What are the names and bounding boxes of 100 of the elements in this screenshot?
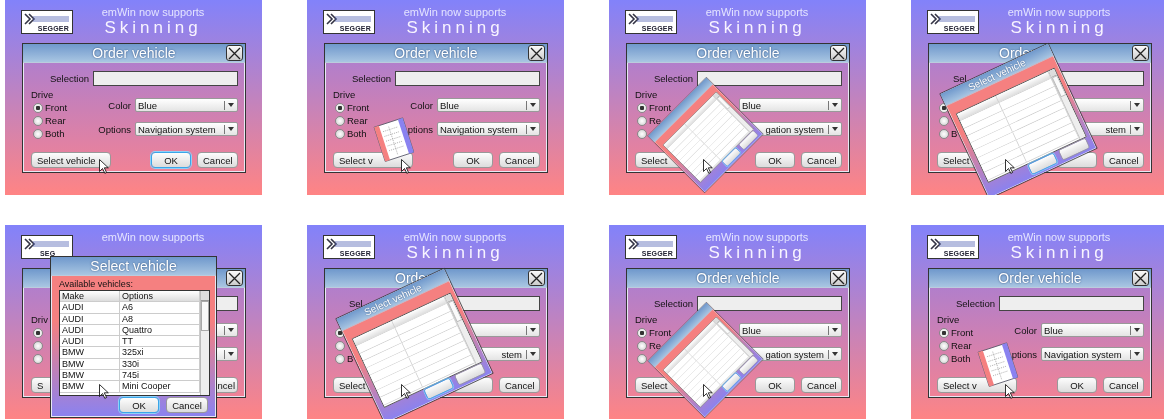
banner-title: Skinning — [1010, 243, 1108, 263]
ok-button[interactable]: OK — [453, 152, 493, 168]
radio-label: Both — [347, 128, 367, 139]
close-button[interactable] — [1132, 270, 1149, 286]
color-dropdown[interactable]: Blue — [437, 98, 540, 112]
color-dropdown[interactable]: Blue — [1041, 323, 1144, 337]
radio-label: Re — [649, 115, 662, 126]
radio-button[interactable] — [335, 115, 345, 126]
field-label: ptions — [1011, 348, 1037, 360]
radio-button[interactable] — [637, 102, 647, 113]
table-cell: AUDI — [60, 313, 120, 324]
close-button[interactable] — [830, 270, 847, 286]
selection-field[interactable] — [999, 296, 1144, 311]
options-dropdown[interactable]: Navigation system — [437, 122, 540, 136]
radio-button[interactable] — [637, 128, 647, 139]
banner-subtitle: emWin now supports — [705, 6, 809, 18]
banner-title: Skinning — [708, 18, 806, 38]
radio-label: Rear — [347, 115, 368, 126]
radio-button[interactable] — [637, 115, 647, 126]
table-cell: AUDI — [60, 302, 120, 313]
radio-button[interactable] — [335, 353, 345, 364]
group-label: Drive — [635, 89, 658, 100]
radio-button[interactable] — [637, 327, 647, 338]
color-dropdown[interactable]: Blue — [135, 98, 238, 112]
banner-title: Skinning — [708, 243, 806, 263]
radio-button[interactable] — [939, 115, 949, 126]
caret-icon — [1134, 328, 1140, 332]
selection-field[interactable] — [395, 71, 540, 86]
table-cell: AUDI — [60, 336, 120, 347]
group-label: Drive — [333, 89, 356, 100]
field-label: Sel — [953, 73, 967, 84]
radio-button[interactable] — [637, 353, 647, 364]
scrollbar[interactable] — [200, 291, 209, 395]
radio-button[interactable] — [33, 353, 43, 364]
caret-icon — [832, 352, 838, 356]
banner-subtitle: emWin now supports — [101, 6, 205, 18]
radio-button[interactable] — [939, 340, 949, 351]
select-vehicle-button[interactable]: Select vehicle — [31, 152, 111, 168]
radio-label: Re — [649, 340, 662, 351]
radio-button[interactable] — [939, 327, 949, 338]
cancel-button[interactable]: Cancel — [499, 377, 540, 393]
caret-icon — [1134, 352, 1140, 356]
radio-label: B — [951, 128, 958, 139]
field-label: Color — [410, 99, 433, 111]
caret-icon — [832, 103, 838, 107]
dialog-title: Order vehicle — [998, 270, 1082, 286]
radio-label: Both — [45, 128, 65, 139]
ok-button[interactable]: OK — [1057, 377, 1097, 393]
cancel-button[interactable]: Cancel — [499, 152, 540, 168]
color-dropdown[interactable]: Blue — [739, 98, 842, 112]
selection-field[interactable] — [697, 296, 842, 311]
radio-button[interactable] — [637, 340, 647, 351]
color-dropdown[interactable]: Blue — [739, 323, 842, 337]
banner-subtitle: emWin now supports — [1007, 6, 1111, 18]
radio-button[interactable] — [335, 102, 345, 113]
radio-button[interactable] — [335, 340, 345, 351]
radio-button[interactable] — [939, 353, 949, 364]
field-label: Selection — [653, 73, 693, 84]
caret-icon — [530, 328, 536, 332]
mouse-pointer-icon — [1005, 384, 1015, 399]
radio-button[interactable] — [33, 340, 43, 351]
ok-button[interactable]: OK — [755, 377, 795, 393]
cancel-button[interactable]: Cancel — [166, 397, 208, 413]
ok-button[interactable]: OK — [755, 152, 795, 168]
banner-title: Skinning — [406, 18, 504, 38]
cancel-button[interactable]: Cancel — [197, 152, 238, 168]
radio-button[interactable] — [33, 115, 43, 126]
banner-subtitle: emWin now supports — [403, 231, 507, 243]
radio-button[interactable] — [335, 128, 345, 139]
column-header[interactable]: Make — [60, 291, 120, 302]
cancel-button[interactable]: Cancel — [801, 152, 842, 168]
close-button[interactable] — [830, 45, 847, 61]
cancel-button[interactable]: Cancel — [1103, 377, 1144, 393]
radio-button[interactable] — [33, 327, 43, 338]
caret-icon — [530, 352, 536, 356]
close-button[interactable] — [226, 270, 243, 286]
group-label: Driv — [31, 314, 48, 325]
selection-field[interactable] — [93, 71, 238, 86]
radio-button[interactable] — [939, 128, 949, 139]
close-button[interactable] — [226, 45, 243, 61]
cancel-button[interactable]: Cancel — [801, 377, 842, 393]
ok-button[interactable]: OK — [119, 397, 159, 413]
caret-icon — [228, 328, 234, 332]
caret-icon — [228, 127, 234, 131]
caret-icon — [228, 103, 234, 107]
radio-label: Rear — [45, 115, 66, 126]
radio-label: Front — [347, 102, 370, 113]
selection-field[interactable] — [697, 71, 842, 86]
close-button[interactable] — [528, 270, 545, 286]
options-dropdown[interactable]: Navigation system — [135, 122, 238, 136]
radio-button[interactable] — [33, 102, 43, 113]
dialog-title: Order vehicle — [696, 45, 780, 61]
close-button[interactable] — [1132, 45, 1149, 61]
mouse-pointer-icon — [99, 159, 109, 174]
options-dropdown[interactable]: Navigation system — [1041, 347, 1144, 361]
radio-button[interactable] — [33, 128, 43, 139]
close-button[interactable] — [528, 45, 545, 61]
cancel-button[interactable]: Cancel — [1103, 152, 1144, 168]
ok-button[interactable]: OK — [151, 152, 191, 168]
radio-label: Rear — [951, 340, 972, 351]
